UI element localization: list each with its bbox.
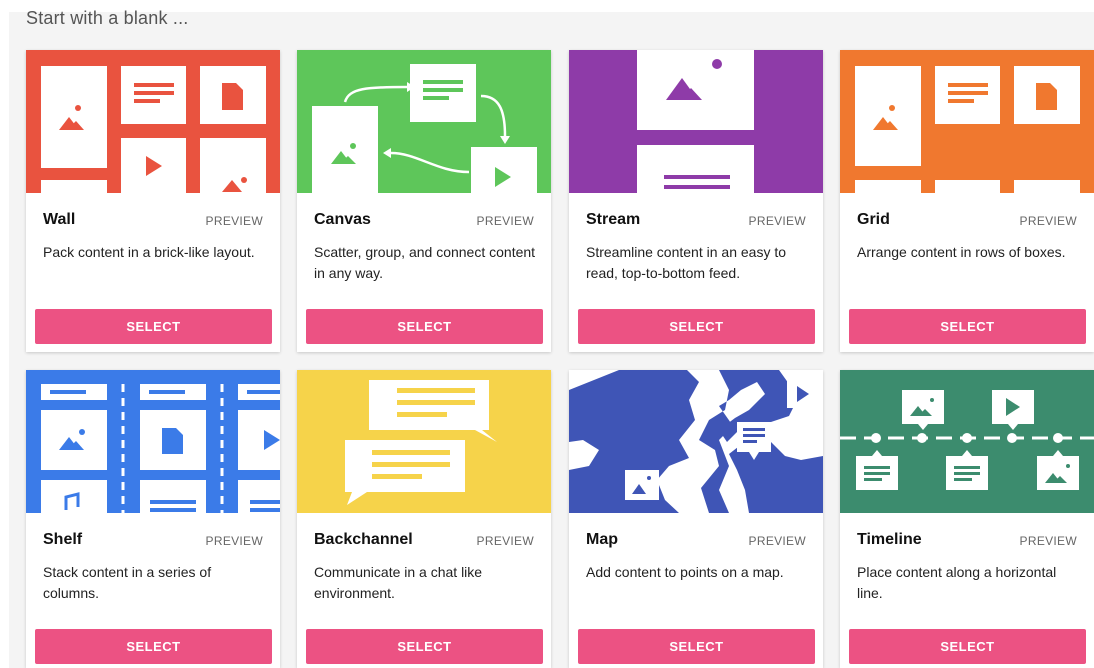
card-title: Canvas [314, 211, 371, 228]
layout-card-timeline: Timeline PREVIEW Place content along a h… [840, 370, 1094, 668]
stream-thumbnail[interactable] [569, 50, 823, 193]
card-title: Timeline [857, 531, 922, 548]
timeline-thumbnail[interactable] [840, 370, 1094, 513]
section-heading: Start with a blank ... [26, 8, 189, 28]
card-title: Wall [43, 211, 76, 228]
card-title: Grid [857, 211, 890, 228]
card-description: Communicate in a chat like environment. [314, 564, 483, 601]
select-button[interactable]: SELECT [35, 629, 272, 664]
layout-card-canvas: Canvas PREVIEW Scatter, group, and conne… [297, 50, 551, 352]
card-description: Streamline content in an easy to read, t… [586, 244, 787, 281]
layout-card-backchannel: Backchannel PREVIEW Communicate in a cha… [297, 370, 551, 668]
map-thumbnail[interactable] [569, 370, 823, 513]
card-description: Pack content in a brick-like layout. [43, 244, 255, 260]
layout-card-map: Map PREVIEW Add content to points on a m… [569, 370, 823, 668]
select-button[interactable]: SELECT [35, 309, 272, 344]
select-button[interactable]: SELECT [849, 309, 1086, 344]
card-description: Stack content in a series of columns. [43, 564, 212, 601]
card-description: Add content to points on a map. [586, 564, 784, 580]
preview-link[interactable]: PREVIEW [1020, 214, 1077, 228]
preview-link[interactable]: PREVIEW [749, 534, 806, 548]
shelf-thumbnail[interactable] [26, 370, 280, 513]
layout-card-stream: Stream PREVIEW Streamline content in an … [569, 50, 823, 352]
card-description: Place content along a horizontal line. [857, 564, 1057, 601]
card-title: Backchannel [314, 531, 413, 548]
preview-link[interactable]: PREVIEW [1020, 534, 1077, 548]
document-icon [222, 83, 243, 110]
select-button[interactable]: SELECT [849, 629, 1086, 664]
wall-thumbnail[interactable] [26, 50, 280, 193]
preview-link[interactable]: PREVIEW [749, 214, 806, 228]
canvas-thumbnail[interactable] [297, 50, 551, 193]
grid-thumbnail[interactable] [840, 50, 1094, 193]
card-title: Stream [586, 211, 641, 228]
preview-link[interactable]: PREVIEW [477, 214, 534, 228]
card-title: Map [586, 531, 618, 548]
backchannel-thumbnail[interactable] [297, 370, 551, 513]
select-button[interactable]: SELECT [578, 309, 815, 344]
preview-link[interactable]: PREVIEW [477, 534, 534, 548]
card-description: Arrange content in rows of boxes. [857, 244, 1066, 260]
select-button[interactable]: SELECT [578, 629, 815, 664]
layout-card-shelf: Shelf PREVIEW Stack content in a series … [26, 370, 280, 668]
layout-card-wall: Wall PREVIEW Pack content in a brick-lik… [26, 50, 280, 352]
text-lines-icon [134, 83, 174, 87]
card-title: Shelf [43, 531, 83, 548]
preview-link[interactable]: PREVIEW [206, 534, 263, 548]
preview-link[interactable]: PREVIEW [206, 214, 263, 228]
select-button[interactable]: SELECT [306, 309, 543, 344]
card-description: Scatter, group, and connect content in a… [314, 244, 536, 281]
layout-card-grid: Grid PREVIEW Arrange content in rows of … [840, 50, 1094, 352]
select-button[interactable]: SELECT [306, 629, 543, 664]
